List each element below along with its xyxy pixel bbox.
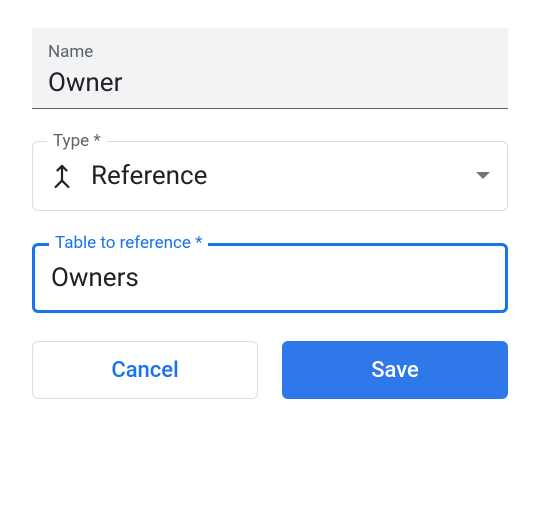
merge-icon [49, 163, 75, 189]
table-reference-label: Table to reference * [49, 233, 208, 253]
name-field[interactable]: Name Owner [32, 28, 508, 109]
dialog-actions: Cancel Save [32, 341, 508, 399]
type-value: Reference [91, 161, 475, 191]
column-settings-dialog: Name Owner Type * Reference Table to ref… [0, 0, 540, 427]
type-select[interactable]: Type * Reference [32, 141, 508, 211]
cancel-button[interactable]: Cancel [32, 341, 258, 399]
name-value: Owner [48, 68, 492, 98]
save-button[interactable]: Save [282, 341, 508, 399]
name-label: Name [48, 42, 492, 62]
table-reference-select[interactable]: Table to reference * Owners [32, 243, 508, 313]
cancel-button-label: Cancel [111, 358, 178, 383]
save-button-label: Save [371, 358, 419, 383]
table-reference-value: Owners [51, 263, 489, 293]
type-label: Type * [47, 131, 107, 151]
chevron-down-icon [475, 171, 491, 181]
